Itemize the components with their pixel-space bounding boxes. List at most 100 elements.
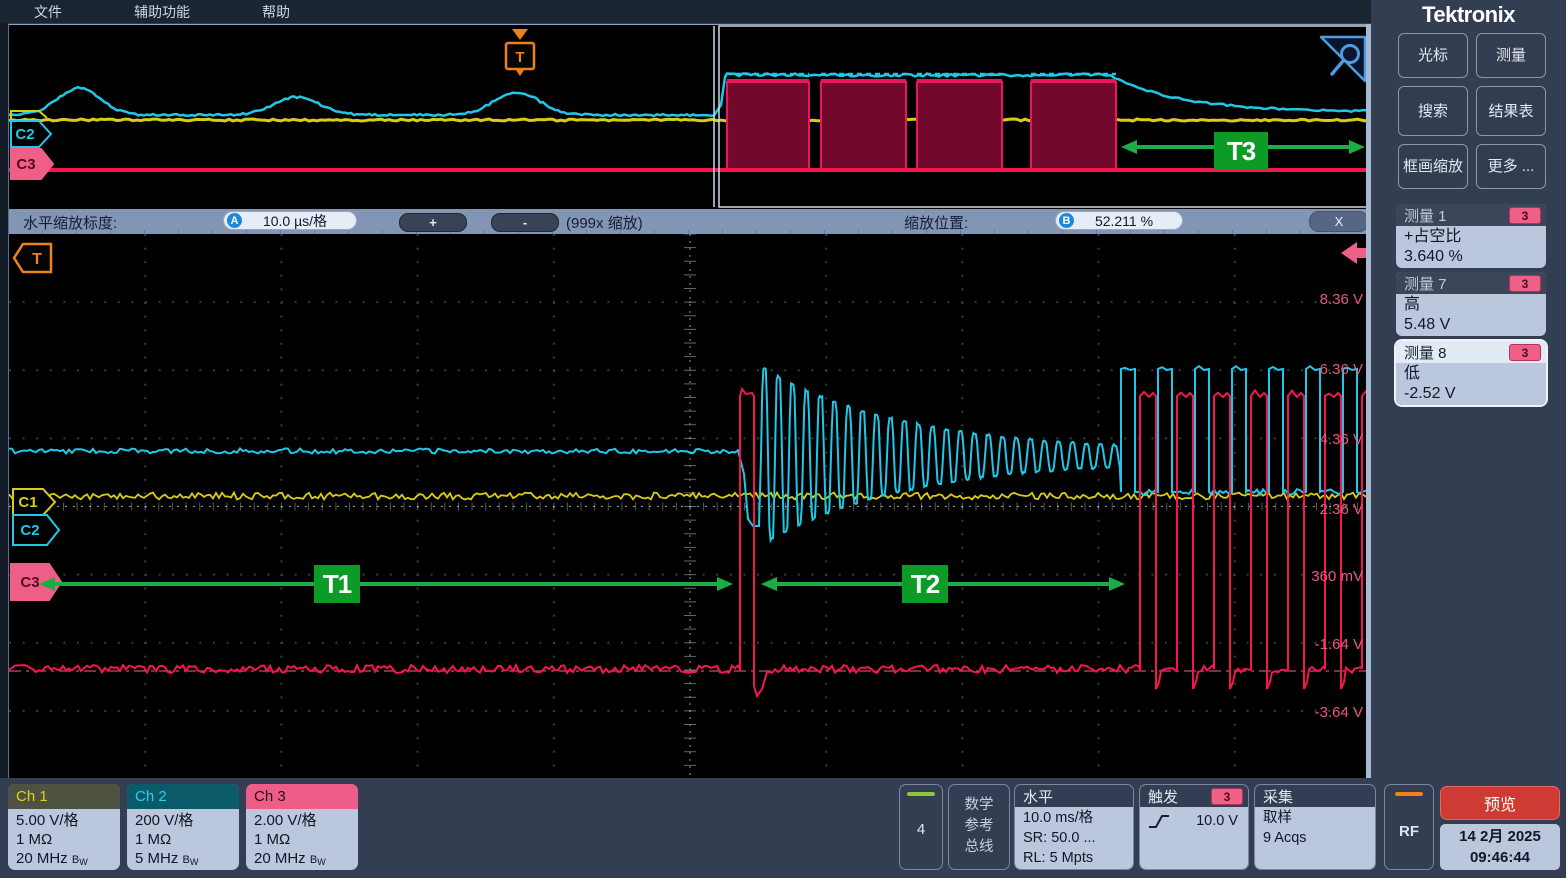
- knob-a-icon: A: [227, 213, 242, 228]
- voltage-label-1: 8.36 V: [1283, 291, 1363, 308]
- measurement-title: 测量 1: [1404, 205, 1447, 226]
- channel-bandwidth: 20 MHz: [254, 850, 306, 867]
- zoom-position-label: 缩放位置:: [904, 212, 968, 233]
- channel-label-c2[interactable]: C2: [13, 515, 59, 545]
- voltage-label-4: 2.36 V: [1283, 501, 1363, 518]
- trigger-badge[interactable]: 触发 3 10.0 V: [1139, 784, 1249, 870]
- measurement-title: 测量 8: [1404, 342, 1447, 363]
- zoom-position-control[interactable]: B 52.211 %: [1055, 211, 1183, 230]
- channel-1-title: Ch 1: [8, 784, 120, 809]
- search-button[interactable]: 搜索: [1398, 86, 1468, 136]
- rf-button[interactable]: RF: [1384, 784, 1434, 870]
- zoom-scale-label: 水平缩放标度:: [23, 212, 117, 233]
- ch2-trace: [9, 366, 1368, 540]
- preview-button[interactable]: 预览: [1440, 786, 1560, 820]
- channel-4-color-line: [907, 792, 935, 796]
- channel-impedance: 1 MΩ: [254, 830, 358, 849]
- zoom-position-value: 52.211 %: [1074, 213, 1182, 229]
- math-ref-bus-button[interactable]: 数学 参考 总线: [948, 784, 1010, 870]
- measure-button[interactable]: 测量: [1476, 33, 1546, 78]
- status-bar: Ch 1 5.00 V/格 1 MΩ 20 MHz BW Ch 2 200 V/…: [0, 778, 1566, 878]
- trigger-level: 10.0 V: [1196, 811, 1238, 831]
- channel-label-c1[interactable]: C1: [13, 489, 55, 515]
- sample-rate: SR: 50.0 ...: [1023, 828, 1133, 848]
- acquisition-count: 9 Acqs: [1263, 828, 1375, 848]
- horizontal-badge[interactable]: 水平 10.0 ms/格 SR: 50.0 ... RL: 5 Mpts: [1014, 784, 1134, 870]
- channel-bandwidth: 5 MHz: [135, 850, 178, 867]
- measurement-badge-8[interactable]: 测量 8 3 低 -2.52 V: [1396, 341, 1546, 405]
- menu-utility[interactable]: 辅助功能: [134, 2, 190, 22]
- acquisition-title: 采集: [1255, 785, 1375, 807]
- main-graticule: C1C2C3T 8.36 V 6.36 V 4.36 V 2.36 V 360 …: [9, 234, 1371, 779]
- measurement-value: 3.640 %: [1404, 247, 1546, 267]
- main-waveforms: C1C2C3T: [9, 234, 1371, 779]
- datetime-display: 14 2月 2025 09:46:44: [1440, 824, 1560, 870]
- channel-impedance: 1 MΩ: [16, 830, 120, 849]
- zoom-in-button[interactable]: +: [399, 213, 467, 232]
- brand-logo: Tektronix: [1371, 2, 1566, 28]
- left-gutter: [0, 23, 8, 778]
- bw-sub: W: [190, 857, 199, 867]
- measurement-name: +占空比: [1404, 227, 1546, 247]
- acquisition-badge[interactable]: 采集 取样 9 Acqs: [1254, 784, 1376, 870]
- overview-channel-label-c3[interactable]: C3: [11, 149, 53, 179]
- main-trigger-marker[interactable]: [13, 243, 55, 273]
- svg-text:C2: C2: [15, 126, 34, 143]
- measurement-value: 5.48 V: [1404, 315, 1546, 335]
- rising-edge-icon: [1148, 813, 1170, 831]
- bw-label: B: [183, 854, 190, 866]
- ref-label: 参考: [949, 816, 1009, 837]
- more-button[interactable]: 更多 ...: [1476, 144, 1546, 189]
- menu-file[interactable]: 文件: [34, 2, 62, 22]
- zoom-toolbar: 水平缩放标度: A 10.0 µs/格 + - (999x 缩放) 缩放位置: …: [9, 209, 1371, 234]
- math-label: 数学: [949, 795, 1009, 816]
- overview-channel-label-c2[interactable]: C2: [11, 121, 51, 147]
- draw-a-box-button[interactable]: 框画缩放: [1398, 144, 1468, 189]
- measurement-title: 测量 7: [1404, 273, 1447, 294]
- channel-1-badge[interactable]: Ch 1 5.00 V/格 1 MΩ 20 MHz BW: [8, 784, 120, 870]
- voltage-label-3: 4.36 V: [1283, 431, 1363, 448]
- record-length: RL: 5 Mpts: [1023, 848, 1133, 868]
- svg-text:C3: C3: [20, 574, 39, 591]
- channel-3-title: Ch 3: [246, 784, 358, 809]
- cursors-button[interactable]: 光标: [1398, 33, 1468, 78]
- measurement-name: 低: [1404, 364, 1546, 384]
- channel-4-label: 4: [900, 821, 942, 838]
- channel-bandwidth: 20 MHz: [16, 850, 68, 867]
- measurement-name: 高: [1404, 295, 1546, 315]
- time: 09:46:44: [1470, 847, 1530, 868]
- measurement-badge-1[interactable]: 测量 1 3 +占空比 3.640 %: [1396, 204, 1546, 268]
- rf-label: RF: [1385, 823, 1433, 840]
- zoom-window[interactable]: [719, 25, 1369, 209]
- zoom-out-button[interactable]: -: [491, 213, 559, 232]
- channel-scale: 2.00 V/格: [254, 811, 358, 830]
- channel-4-button[interactable]: 4: [899, 784, 943, 870]
- svg-text:C2: C2: [20, 522, 39, 539]
- zoom-close-button[interactable]: X: [1309, 211, 1369, 232]
- measurement-badge-7[interactable]: 测量 7 3 高 5.48 V: [1396, 272, 1546, 336]
- measurement-value: -2.52 V: [1404, 384, 1546, 404]
- acquisition-mode: 取样: [1263, 808, 1375, 828]
- overview-trigger-marker[interactable]: [506, 27, 536, 77]
- channel-3-badge[interactable]: Ch 3 2.00 V/格 1 MΩ 20 MHz BW: [246, 784, 358, 870]
- results-table-button[interactable]: 结果表: [1476, 86, 1546, 136]
- channel-2-title: Ch 2: [127, 784, 239, 809]
- zoom-scale-control[interactable]: A 10.0 µs/格: [223, 211, 357, 230]
- bus-label: 总线: [949, 837, 1009, 858]
- trigger-source-badge: 3: [1211, 788, 1243, 805]
- right-sidebar: Tektronix 光标 测量 搜索 结果表 框画缩放 更多 ... 测量 1 …: [1371, 0, 1566, 878]
- channel-impedance: 1 MΩ: [135, 830, 239, 849]
- menu-bar: 文件 辅助功能 帮助: [0, 0, 1372, 23]
- channel-2-badge[interactable]: Ch 2 200 V/格 1 MΩ 5 MHz BW: [127, 784, 239, 870]
- channel-scale: 200 V/格: [135, 811, 239, 830]
- voltage-label-2: 6.36 V: [1283, 361, 1363, 378]
- horizontal-title: 水平: [1015, 785, 1133, 807]
- zoom-scale-value: 10.0 µs/格: [242, 211, 356, 231]
- menu-help[interactable]: 帮助: [262, 2, 290, 22]
- zoom-lens-icon[interactable]: [1317, 35, 1367, 83]
- oscilloscope-screen: { "menu": {"items": ["文件", "辅助功能", "帮助"]…: [0, 0, 1566, 878]
- voltage-label-7: -3.64 V: [1283, 704, 1363, 721]
- rf-color-line: [1395, 792, 1423, 796]
- t2-annotation-label: T2: [902, 565, 948, 603]
- channel-scale: 5.00 V/格: [16, 811, 120, 830]
